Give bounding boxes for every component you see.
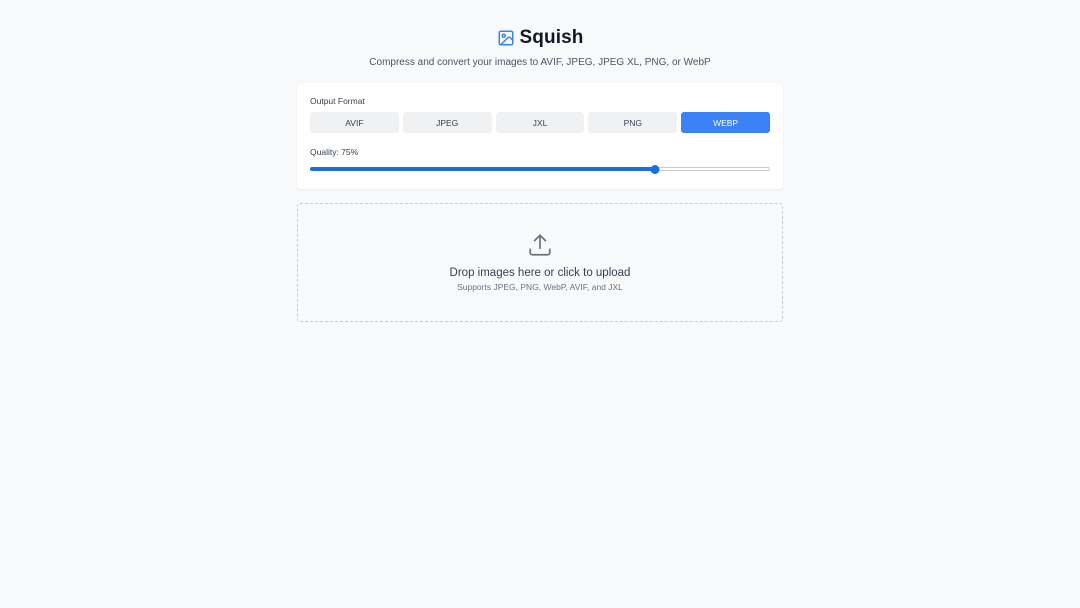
settings-card: Output Format AVIF JPEG JXL PNG WEBP Qua… — [297, 83, 783, 189]
app-subtitle: Compress and convert your images to AVIF… — [369, 57, 711, 68]
output-format-label: Output Format — [310, 96, 365, 106]
format-button-png[interactable]: PNG — [588, 112, 678, 133]
format-button-group: AVIF JPEG JXL PNG WEBP — [310, 112, 770, 133]
format-button-jpeg[interactable]: JPEG — [402, 112, 492, 133]
quality-slider-thumb[interactable] — [650, 165, 660, 174]
quality-slider-fill — [310, 167, 655, 171]
app-container: Squish Compress and convert your images … — [297, 0, 783, 322]
image-icon — [497, 29, 515, 47]
quality-slider[interactable] — [310, 165, 770, 174]
upload-icon — [527, 232, 553, 258]
format-button-webp[interactable]: WEBP — [681, 112, 770, 133]
dropzone-subtitle: Supports JPEG, PNG, WebP, AVIF, and JXL — [457, 282, 623, 292]
quality-label: Quality: 75% — [310, 147, 359, 157]
format-button-jxl[interactable]: JXL — [495, 112, 585, 133]
dropzone-title: Drop images here or click to upload — [449, 267, 631, 279]
upload-dropzone[interactable]: Drop images here or click to upload Supp… — [297, 203, 783, 322]
app-title: Squish — [519, 27, 584, 48]
format-button-avif[interactable]: AVIF — [310, 112, 399, 133]
app-header: Squish — [297, 27, 783, 49]
